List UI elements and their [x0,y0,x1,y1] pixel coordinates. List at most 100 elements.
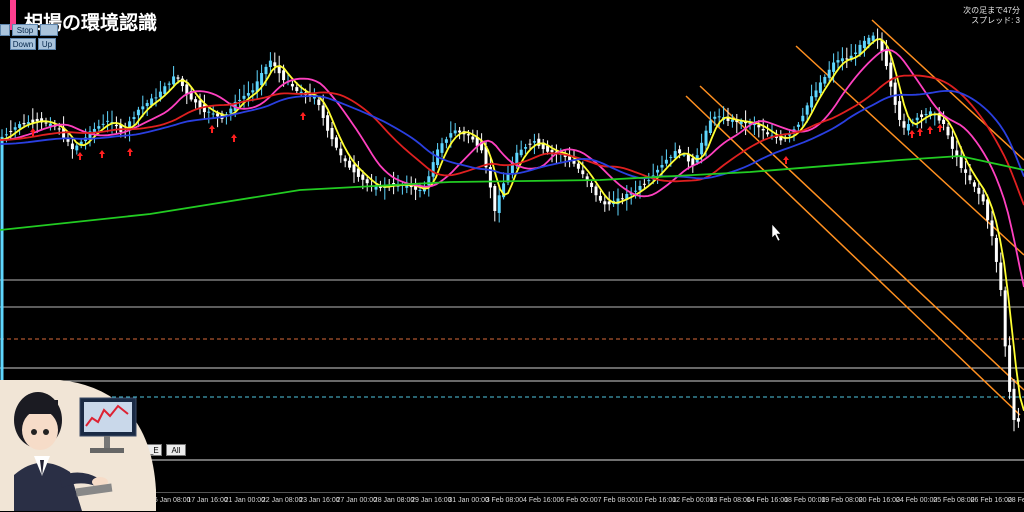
time-tick-label: 24 Feb 00:00 [896,497,938,504]
candle-body [268,60,272,68]
candle-body [136,109,140,116]
candle-body [620,198,624,200]
up-button[interactable]: Up [38,38,56,50]
candle-body [326,115,330,131]
time-tick-label: 17 Jan 16:00 [187,497,228,504]
candle-body [317,99,321,106]
candle-body [972,182,976,187]
candle-body [334,137,338,148]
candle-body [990,220,994,237]
candle-body [1003,290,1007,347]
time-tick-label: 26 Feb 16:00 [970,497,1012,504]
candle-body [431,162,435,177]
candle-body [634,190,638,192]
candle-body [818,82,822,93]
candle-body [893,82,897,105]
candle-body [981,194,985,202]
candle-body [361,174,365,180]
time-tick-label: 20 Feb 16:00 [858,497,900,504]
candle-body [172,76,176,85]
time-tick-label: 19 Feb 08:00 [821,497,863,504]
candle-body [889,62,893,87]
candle-body [920,114,924,118]
candle-body [524,147,528,149]
candle-body [260,73,264,86]
candle-body [106,120,110,122]
next-bar-timer: 次の足まで47分 [963,6,1020,15]
candle-body [924,114,928,116]
down-button[interactable]: Down [10,38,36,50]
candle-body [915,117,919,121]
candle-body [167,83,171,85]
time-tick-label: 28 Jan 08:00 [373,497,415,504]
presenter-avatar-icon [0,380,156,511]
spread-readout: スプレッド: 3 [971,16,1020,25]
candle-body [1016,418,1020,422]
prev-button[interactable] [0,24,10,36]
candle-body [968,175,972,181]
candle-body [827,69,831,78]
time-tick-label: 12 Feb 00:00 [672,497,714,504]
candle-body [862,40,866,49]
candle-body [35,118,39,122]
candle-body [664,159,668,164]
time-tick-label: 10 Feb 16:00 [634,497,677,504]
candle-body [145,103,149,107]
candle-body [453,130,457,134]
candle-body [70,143,74,150]
candle-body [519,149,523,156]
next-button[interactable] [40,24,58,36]
candle-body [44,122,48,124]
candle-body [717,116,721,118]
time-tick-label: 18 Feb 00:00 [784,497,826,504]
candle-body [75,145,79,151]
candle-body [730,119,734,122]
candle-body [678,149,682,154]
candle-body [946,126,950,136]
candle-body [418,189,422,191]
time-tick-label: 29 Jan 16:00 [411,497,452,504]
candle-body [97,126,101,129]
time-tick-label: 22 Jan 08:00 [261,497,303,504]
candle-body [211,113,215,115]
candle-body [647,180,651,182]
candle-body [590,182,594,187]
candle-body [264,66,268,75]
time-tick-label: 3 Feb 08:00 [485,497,524,504]
candle-body [814,90,818,98]
candle-body [832,62,836,72]
candle-body [942,119,946,125]
candle-body [884,49,888,67]
all-button[interactable]: All [166,444,186,456]
candle-body [365,179,369,184]
candle-body [132,117,136,120]
candle-body [673,151,677,159]
candle-body [902,121,906,128]
candle-body [339,148,343,156]
candle-body [810,96,814,108]
candle-body [638,185,642,191]
time-tick-label: 7 Feb 08:00 [597,497,635,504]
candle-body [528,143,532,145]
candle-body [959,155,963,169]
candle-body [57,128,61,130]
candle-body [207,111,211,113]
candle-body [466,134,470,136]
candle-body [348,160,352,168]
candle-body [964,169,968,173]
candle-body [581,170,585,175]
candle-body [840,58,844,62]
candle-body [101,123,105,125]
candle-body [497,195,501,213]
candle-body [550,150,554,153]
candle-body [805,105,809,115]
time-tick-label: 14 Feb 16:00 [746,497,789,504]
candle-body [576,163,580,169]
stop-button[interactable]: Stop [12,24,38,36]
candle-body [282,70,286,81]
time-tick-label: 4 Feb 16:00 [523,497,561,504]
candle-body [458,130,462,133]
candle-body [13,127,17,130]
time-tick-label: 27 Jan 00:00 [336,497,377,504]
candle-body [242,95,246,99]
